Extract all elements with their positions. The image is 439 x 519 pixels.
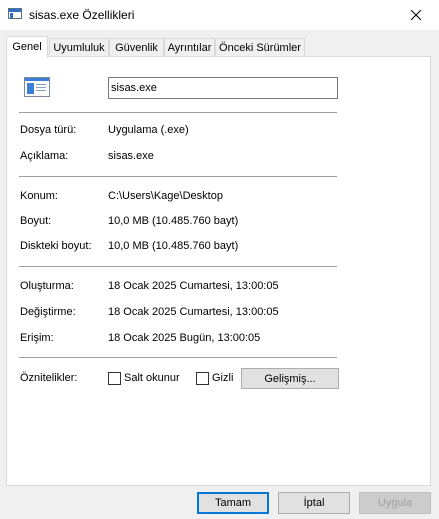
- tab-details[interactable]: Ayrıntılar: [164, 38, 215, 57]
- application-file-icon: [24, 77, 50, 97]
- separator: [19, 266, 337, 267]
- window-title: sisas.exe Özellikleri: [29, 8, 135, 22]
- size-on-disk-label: Diskteki boyut:: [20, 240, 92, 252]
- app-window-icon: [8, 8, 22, 19]
- close-icon: [411, 10, 421, 20]
- tab-previous-versions[interactable]: Önceki Sürümler: [215, 38, 305, 57]
- created-value: 18 Ocak 2025 Cumartesi, 13:00:05: [108, 280, 279, 292]
- separator: [19, 112, 337, 113]
- cancel-button[interactable]: İptal: [278, 492, 350, 514]
- description-label: Açıklama:: [20, 150, 69, 162]
- accessed-value: 18 Ocak 2025 Bugün, 13:00:05: [108, 332, 261, 344]
- tab-compatibility[interactable]: Uyumluluk: [49, 38, 109, 57]
- hidden-checkbox[interactable]: [196, 372, 209, 385]
- file-name-input[interactable]: [108, 77, 338, 99]
- size-label: Boyut:: [20, 215, 52, 227]
- attributes-label: Öznitelikler:: [20, 372, 78, 384]
- size-value: 10,0 MB (10.485.760 bayt): [108, 215, 239, 227]
- separator: [19, 176, 337, 177]
- readonly-label[interactable]: Salt okunur: [124, 372, 180, 385]
- size-on-disk-value: 10,0 MB (10.485.760 bayt): [108, 240, 239, 252]
- general-tab-panel: Dosya türü: Uygulama (.exe) Açıklama: si…: [6, 56, 431, 486]
- file-type-label: Dosya türü:: [20, 124, 77, 136]
- description-value: sisas.exe: [108, 150, 154, 162]
- tab-security[interactable]: Güvenlik: [109, 38, 164, 57]
- properties-dialog: sisas.exe Özellikleri Genel Uyumluluk Gü…: [0, 0, 439, 519]
- close-button[interactable]: [393, 0, 439, 30]
- ok-button[interactable]: Tamam: [197, 492, 269, 514]
- location-label: Konum:: [20, 190, 58, 202]
- location-value: C:\Users\Kage\Desktop: [108, 190, 223, 202]
- readonly-checkbox[interactable]: [108, 372, 121, 385]
- apply-button[interactable]: Uygula: [359, 492, 431, 514]
- accessed-label: Erişim:: [20, 332, 54, 344]
- title-bar: sisas.exe Özellikleri: [0, 0, 439, 30]
- advanced-button[interactable]: Gelişmiş...: [241, 368, 339, 389]
- modified-label: Değiştirme:: [20, 306, 76, 318]
- created-label: Oluşturma:: [20, 280, 74, 292]
- separator: [19, 357, 337, 358]
- hidden-label[interactable]: Gizli: [212, 372, 233, 385]
- tab-general[interactable]: Genel: [6, 36, 48, 58]
- modified-value: 18 Ocak 2025 Cumartesi, 13:00:05: [108, 306, 279, 318]
- file-type-value: Uygulama (.exe): [108, 124, 189, 136]
